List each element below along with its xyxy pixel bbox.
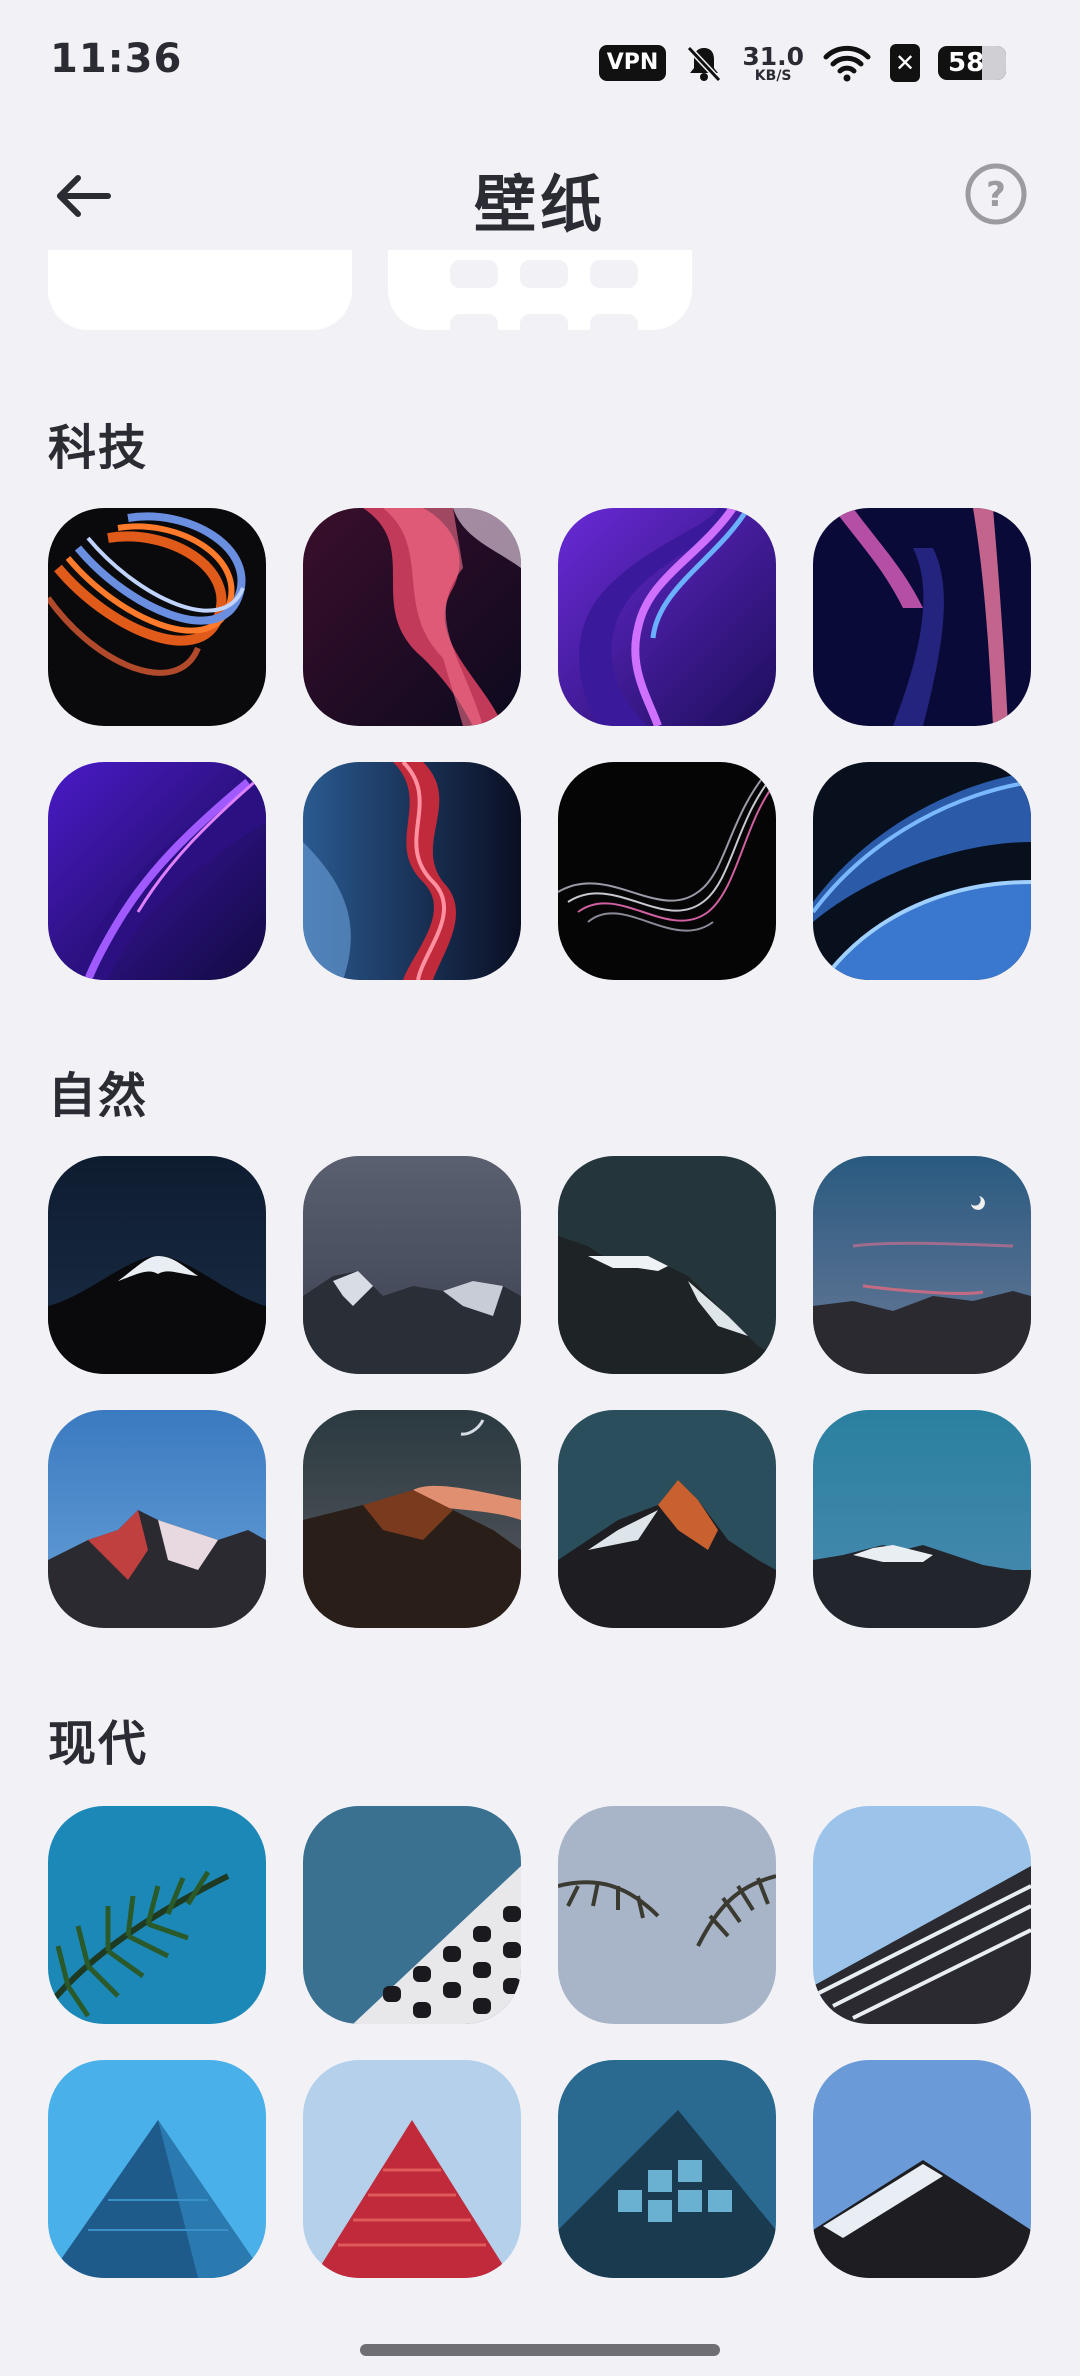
bell-muted-icon [687,45,722,83]
wallpaper-tile[interactable] [48,2060,266,2278]
wallpaper-tile[interactable] [813,1156,1031,1374]
wallpaper-tile[interactable] [48,762,266,980]
network-speed-value: 31.0 [742,41,804,71]
help-icon[interactable]: ? [964,162,1028,226]
wallpaper-tile[interactable] [303,1156,521,1374]
section-title-nature: 自然 [48,1068,149,1124]
theme-card-preview[interactable] [48,250,352,330]
battery-level: 58 [948,48,985,78]
network-speed: 31.0 KB/S [742,44,804,83]
svg-text:?: ? [986,175,1006,215]
no-sim-icon: ✕ [890,44,920,82]
wifi-icon [823,45,871,82]
status-icons: VPN 31.0 KB/S ✕ 58 [598,40,1006,86]
wallpaper-tile[interactable] [48,1410,266,1628]
home-indicator[interactable] [360,2344,720,2356]
wallpaper-tile[interactable] [558,762,776,980]
wallpaper-tile[interactable] [813,1806,1031,2024]
vpn-icon: VPN [598,45,667,81]
wallpaper-tile[interactable] [48,1806,266,2024]
theme-card-preview-grid[interactable] [388,250,692,342]
wallpaper-tile[interactable] [558,508,776,726]
header: 壁纸 ? [0,140,1080,250]
wallpaper-tile[interactable] [48,1156,266,1374]
wallpaper-tile[interactable] [813,2060,1031,2278]
page-title: 壁纸 [473,168,606,241]
wallpaper-tile[interactable] [558,1806,776,2024]
wallpaper-tile[interactable] [558,1410,776,1628]
section-title-modern: 现代 [48,1716,149,1772]
wallpaper-tile[interactable] [303,508,521,726]
section-title-tech: 科技 [48,420,149,476]
status-time: 11:36 [50,36,183,82]
wallpaper-tile[interactable] [48,508,266,726]
wallpaper-tile[interactable] [558,1156,776,1374]
app-grid-preview [450,260,638,342]
wallpaper-tile[interactable] [303,762,521,980]
status-bar: 11:36 VPN 31.0 KB/S ✕ 58 [0,0,1080,120]
wallpaper-tile[interactable] [558,2060,776,2278]
wallpaper-tile[interactable] [303,2060,521,2278]
wallpaper-tile[interactable] [813,1410,1031,1628]
network-speed-unit: KB/S [754,67,792,84]
wallpaper-tile[interactable] [813,762,1031,980]
wallpaper-tile[interactable] [813,508,1031,726]
battery-icon: 58 [938,46,1006,80]
wallpaper-tile[interactable] [303,1410,521,1628]
wallpaper-tile[interactable] [303,1806,521,2024]
